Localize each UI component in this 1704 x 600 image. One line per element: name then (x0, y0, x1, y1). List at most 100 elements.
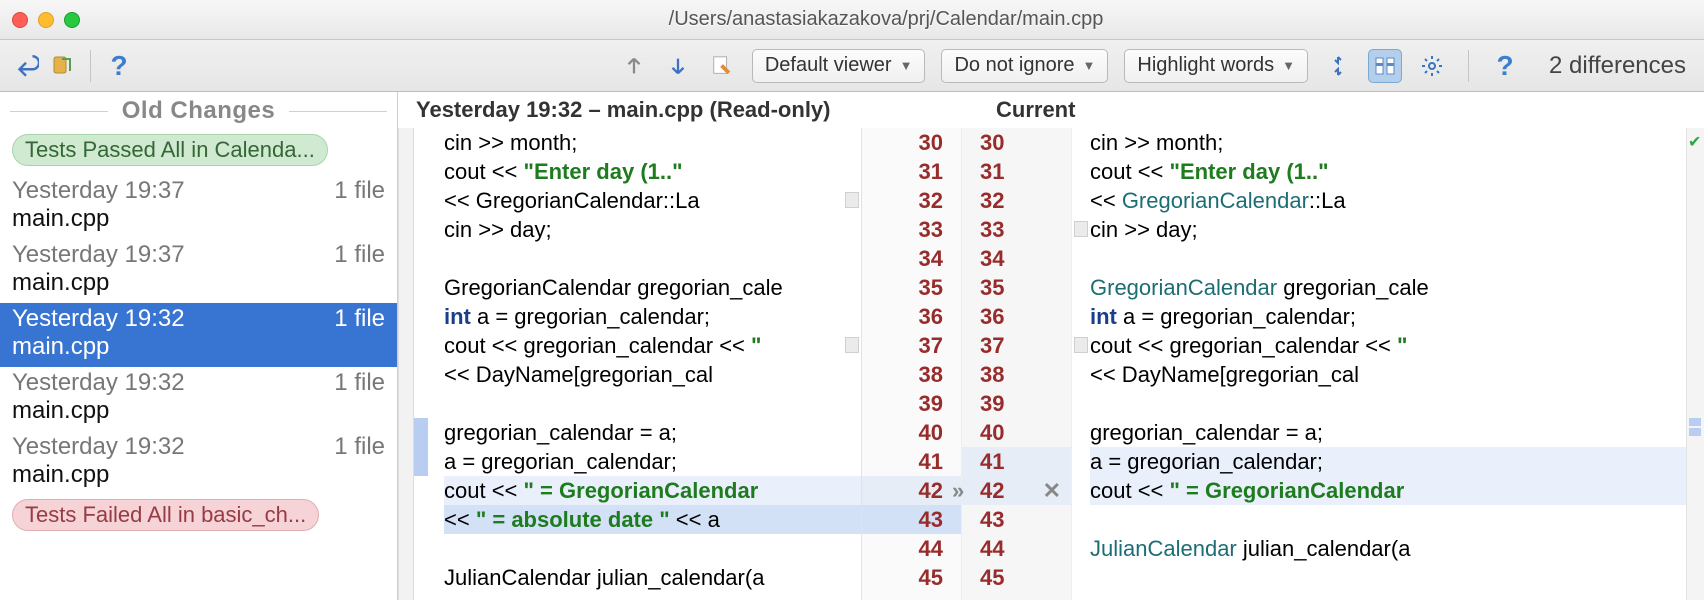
line-number: 43 (962, 505, 1071, 534)
main: Old Changes Tests Passed All in Calenda.… (0, 92, 1704, 600)
change-item[interactable]: Yesterday 19:32 1 filemain.cpp (0, 367, 397, 431)
code-line: cout << " = GregorianCalendar (444, 476, 861, 505)
code-line: JulianCalendar julian_calendar(a (444, 563, 861, 592)
change-item[interactable]: Yesterday 19:32 1 filemain.cpp (0, 303, 397, 367)
line-number: »42✕ (962, 476, 1071, 505)
tests-failed-badge[interactable]: Tests Failed All in basic_ch... (12, 499, 319, 531)
chevron-down-icon: ▼ (900, 58, 913, 73)
ignore-dropdown-label: Do not ignore (954, 54, 1074, 77)
diff-header: Yesterday 19:32 – main.cpp (Read-only) C… (398, 92, 1704, 128)
line-number: 44 (862, 534, 961, 563)
code-line (1090, 563, 1704, 592)
code-line: cin >> day; (1090, 215, 1704, 244)
viewer-dropdown-label: Default viewer (765, 54, 892, 77)
toolbar: ? Default viewer ▼ Do not ignore ▼ Highl… (0, 40, 1704, 92)
prev-diff-icon[interactable] (620, 52, 648, 80)
stripe-marker[interactable] (1689, 418, 1701, 426)
line-number: 45 (862, 563, 961, 592)
line-number: 35 (862, 273, 961, 302)
code-line (1090, 389, 1704, 418)
changes-sidebar: Old Changes Tests Passed All in Calenda.… (0, 92, 398, 600)
fold-icon[interactable] (845, 192, 859, 208)
line-number: 44 (962, 534, 1071, 563)
line-number: 40 (862, 418, 961, 447)
code-line: << " = absolute date " << a (444, 505, 861, 534)
change-file-count: 1 file (334, 305, 385, 333)
left-line-gutter: 30313233343536373839404142434445 (862, 128, 962, 600)
change-marker (414, 447, 428, 476)
code-line: cout << "Enter day (1.." (1090, 157, 1704, 186)
viewer-dropdown[interactable]: Default viewer ▼ (752, 49, 926, 83)
minimize-icon[interactable] (38, 12, 54, 28)
window-title: /Users/anastasiakazakova/prj/Calendar/ma… (80, 8, 1692, 31)
code-line: a = gregorian_calendar; (444, 447, 861, 476)
code-line: << GregorianCalendar::La (1090, 186, 1704, 215)
tests-passed-badge[interactable]: Tests Passed All in Calenda... (12, 134, 328, 166)
change-time: Yesterday 19:37 (12, 241, 185, 269)
code-line: cin >> month; (444, 128, 861, 157)
change-marker (414, 418, 428, 447)
back-icon[interactable] (12, 52, 40, 80)
fold-icon[interactable] (1074, 337, 1088, 353)
left-scrollbar[interactable] (398, 128, 414, 600)
change-time: Yesterday 19:32 (12, 305, 185, 333)
line-number: 33 (962, 215, 1071, 244)
help-icon[interactable]: ? (1491, 52, 1519, 80)
code-line: << GregorianCalendar::La (444, 186, 861, 215)
apply-change-icon[interactable]: » (952, 476, 964, 505)
fold-icon[interactable] (1074, 221, 1088, 237)
code-line (444, 244, 861, 273)
line-number: 36 (862, 302, 961, 331)
line-number: 36 (962, 302, 1071, 331)
line-number: 30 (962, 128, 1071, 157)
line-number: 31 (862, 157, 961, 186)
diff-body[interactable]: cin >> month; cout << "Enter day (1.." <<… (398, 128, 1704, 600)
line-number: 41 (962, 447, 1071, 476)
help-icon[interactable]: ? (105, 52, 133, 80)
code-line: gregorian_calendar = a; (1090, 418, 1704, 447)
code-line: << DayName[gregorian_cal (444, 360, 861, 389)
line-number: 38 (962, 360, 1071, 389)
code-line: int a = gregorian_calendar; (444, 302, 861, 331)
settings-gear-icon[interactable] (1418, 52, 1446, 80)
close-icon[interactable] (12, 12, 28, 28)
edit-source-icon[interactable] (708, 52, 736, 80)
diff-left-title: Yesterday 19:32 – main.cpp (Read-only) (398, 97, 988, 123)
zoom-icon[interactable] (64, 12, 80, 28)
stripe-marker[interactable] (1689, 428, 1701, 436)
line-number: 34 (962, 244, 1071, 273)
collapse-unchanged-icon[interactable] (1324, 52, 1352, 80)
sync-scroll-toggle[interactable] (1368, 49, 1402, 83)
right-code-pane[interactable]: ✔ cin >> month;cout << "Enter day (1.." … (1072, 128, 1704, 600)
change-filename: main.cpp (12, 397, 385, 425)
sidebar-list[interactable]: Tests Passed All in Calenda... Yesterday … (0, 130, 397, 600)
change-file-count: 1 file (334, 369, 385, 397)
titlebar: /Users/anastasiakazakova/prj/Calendar/ma… (0, 0, 1704, 40)
error-stripe[interactable]: ✔ (1686, 128, 1704, 600)
highlight-dropdown[interactable]: Highlight words ▼ (1124, 49, 1308, 83)
line-number: 32 (862, 186, 961, 215)
change-item[interactable]: Yesterday 19:371 filemain.cpp (0, 175, 397, 239)
change-filename: main.cpp (12, 461, 385, 489)
line-number: 41 (862, 447, 961, 476)
change-time: Yesterday 19:32 (12, 369, 185, 397)
change-filename: main.cpp (12, 205, 385, 233)
code-line (444, 534, 861, 563)
line-number: 35 (962, 273, 1071, 302)
fold-icon[interactable] (845, 337, 859, 353)
left-code-pane[interactable]: cin >> month;cout << "Enter day (1.." <<… (414, 128, 862, 600)
revert-icon[interactable] (48, 52, 76, 80)
change-file-count: 1 file (334, 433, 385, 461)
diff-right-title: Current (988, 97, 1075, 123)
ignore-dropdown[interactable]: Do not ignore ▼ (941, 49, 1108, 83)
change-item[interactable]: Yesterday 19:371 filemain.cpp (0, 239, 397, 303)
line-number: 34 (862, 244, 961, 273)
next-diff-icon[interactable] (664, 52, 692, 80)
change-item[interactable]: Yesterday 19:321 filemain.cpp (0, 431, 397, 495)
code-line: JulianCalendar julian_calendar(a (1090, 534, 1704, 563)
right-line-gutter: 303132333435363738394041»42✕434445 (962, 128, 1072, 600)
change-filename: main.cpp (12, 333, 385, 361)
dismiss-change-icon[interactable]: ✕ (1043, 476, 1061, 505)
sidebar-header: Old Changes (0, 92, 397, 130)
sidebar-title: Old Changes (108, 97, 290, 125)
